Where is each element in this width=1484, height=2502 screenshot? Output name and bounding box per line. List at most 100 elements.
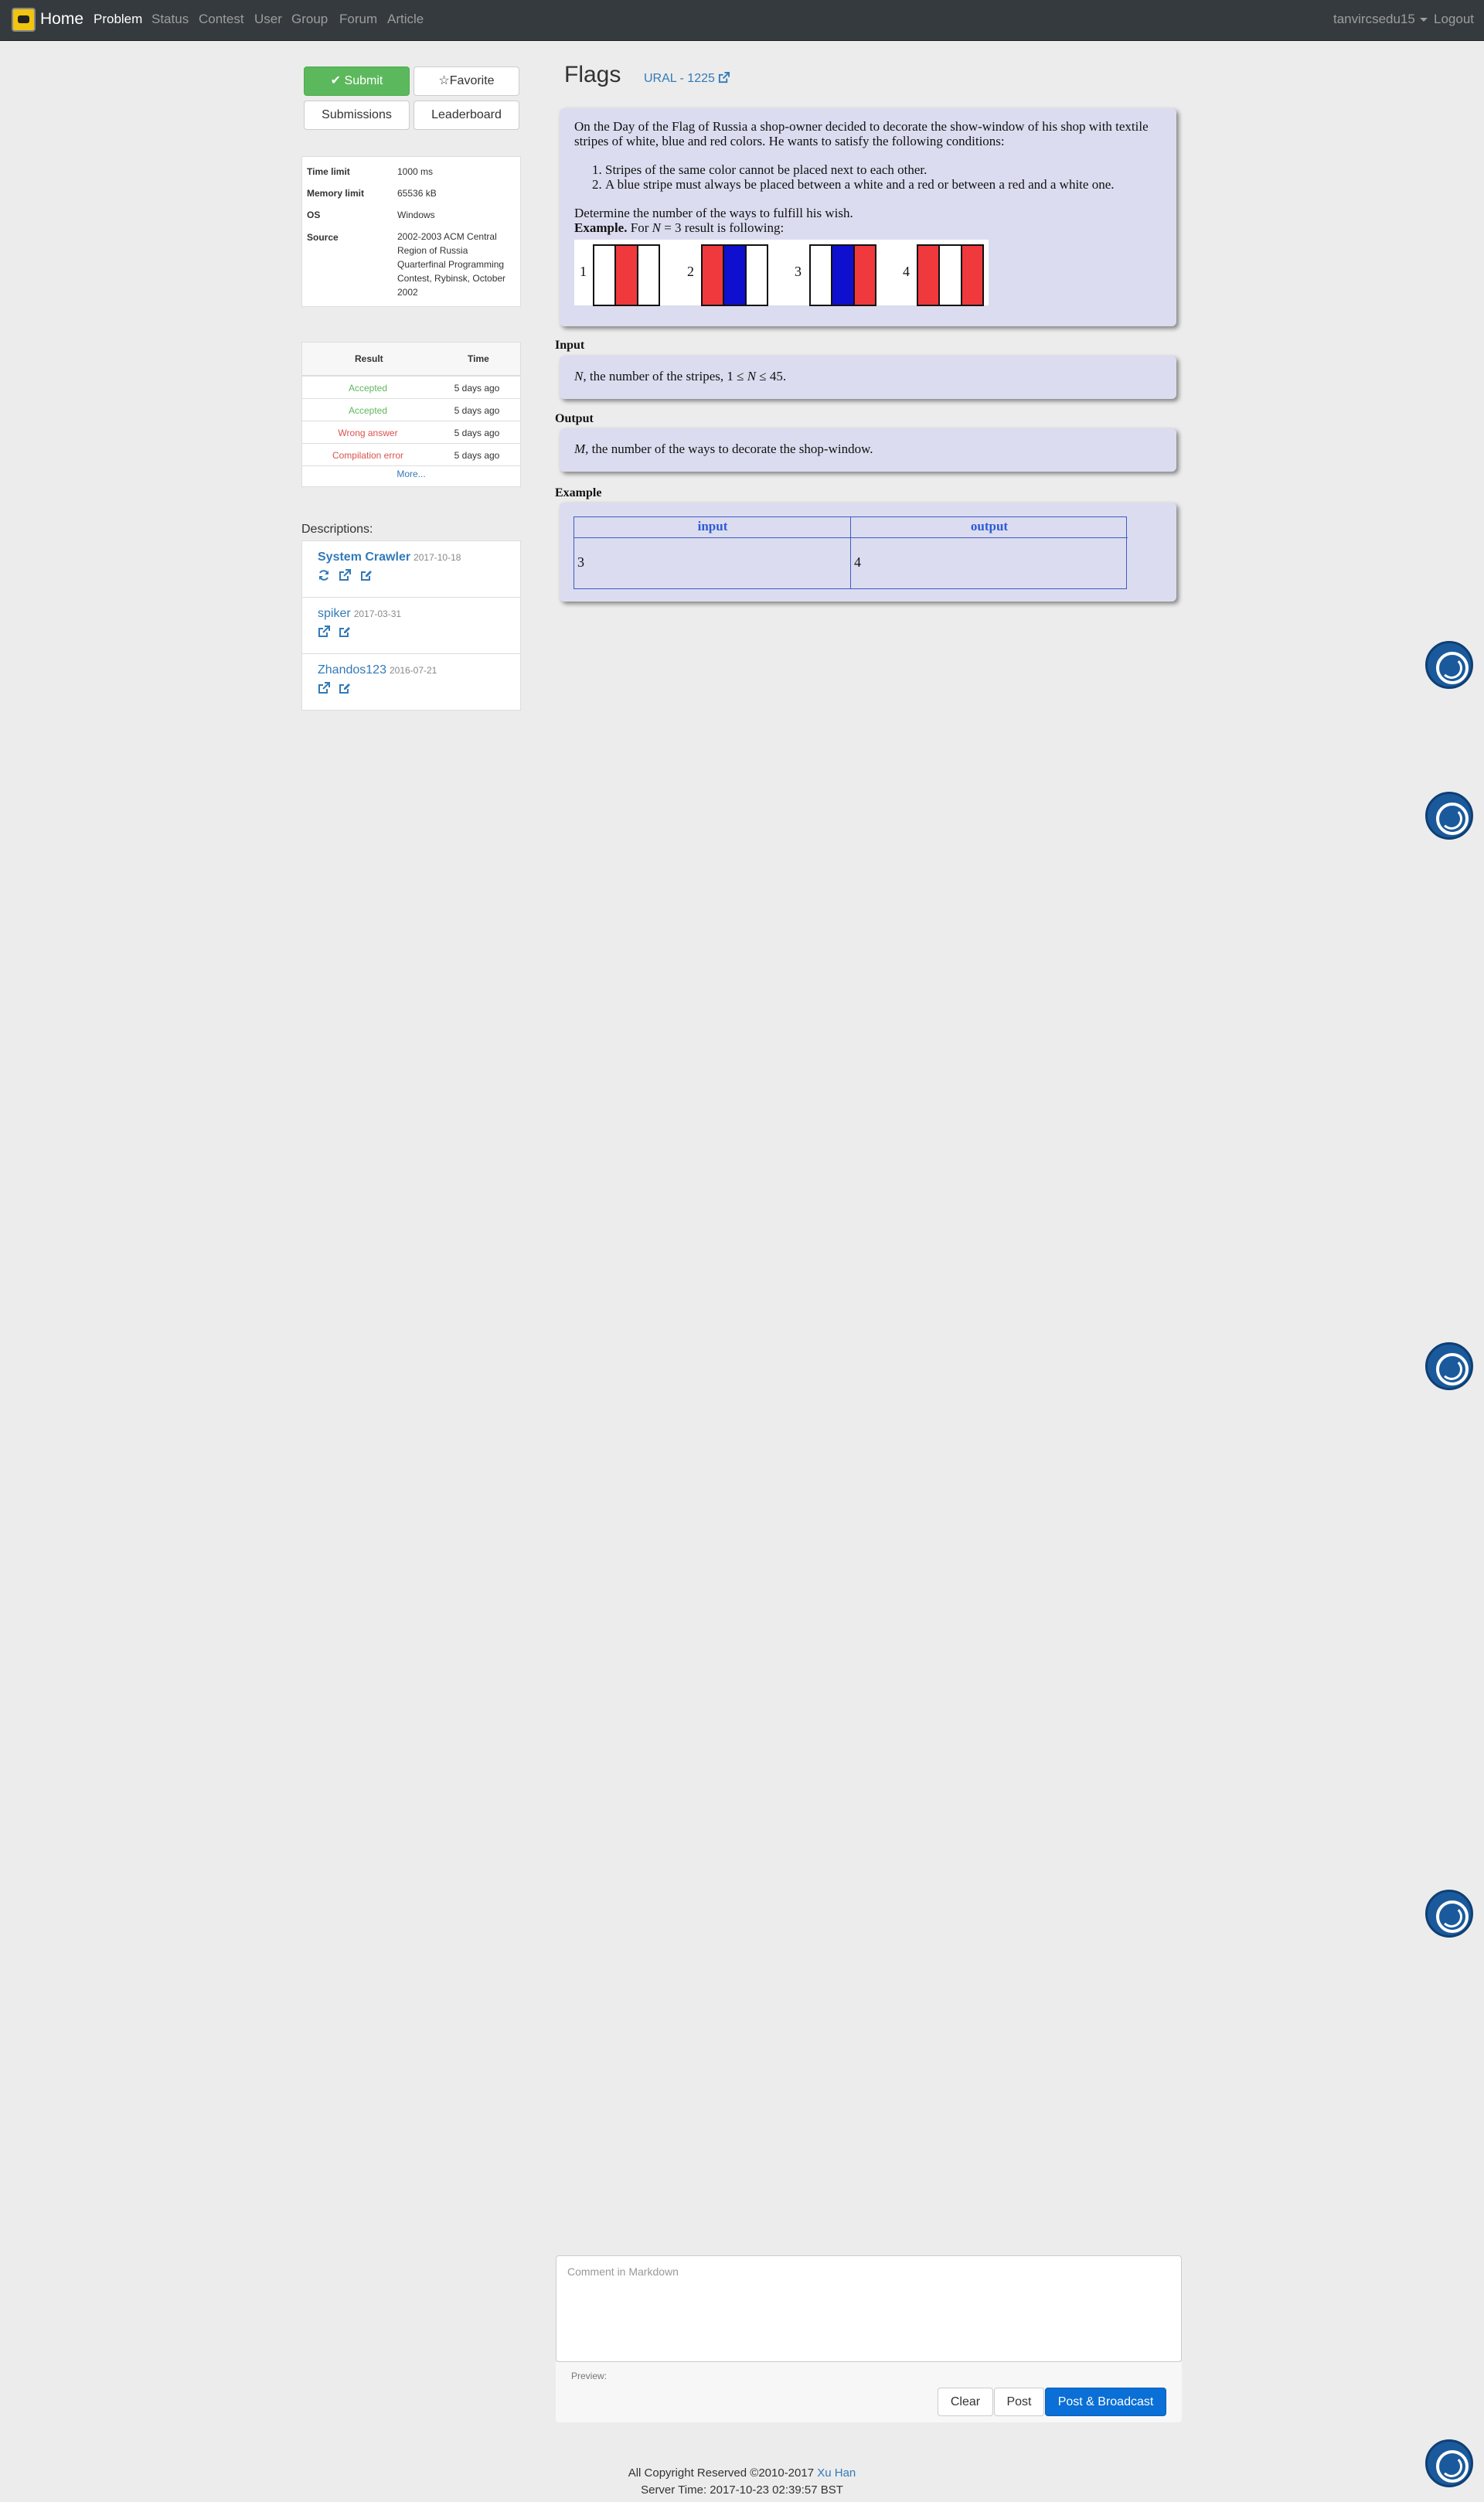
flag-stripe (811, 246, 833, 305)
table-row[interactable]: Wrong answer 5 days ago (302, 421, 520, 444)
description-date: 2017-03-31 (353, 608, 402, 619)
flag-stripe (703, 246, 725, 305)
nav-home[interactable]: Home (40, 10, 83, 29)
flag-label: 2 (687, 264, 694, 279)
nav-problem[interactable]: Problem (94, 12, 142, 27)
external-link-icon[interactable] (339, 569, 352, 581)
footer-copyright: All Copyright Reserved ©2010-2017 Xu Han (628, 2466, 856, 2480)
nav-user[interactable]: User (254, 12, 282, 27)
flag-drawing (593, 244, 660, 306)
more-link[interactable]: More... (302, 469, 520, 479)
flag-stripe (616, 246, 638, 305)
clear-button[interactable]: Clear (938, 2388, 993, 2416)
logout-link[interactable]: Logout (1434, 12, 1474, 27)
check-icon: ✔ (330, 74, 345, 87)
result-time: 5 days ago (454, 428, 500, 438)
description-author[interactable]: System Crawler (318, 551, 410, 564)
flag-label: 3 (795, 264, 802, 279)
flag-stripe (594, 246, 617, 305)
list-item[interactable]: spiker 2017-03-31 (302, 598, 520, 654)
submit-button[interactable]: ✔ Submit (304, 66, 410, 96)
flag-stripe (918, 246, 941, 305)
problem-task: Determine the number of the ways to fulf… (574, 206, 853, 220)
flag-label: 1 (580, 264, 587, 279)
flag-stripe (832, 246, 855, 305)
condition-item: A blue stripe must always be placed betw… (605, 177, 1162, 192)
favorite-button[interactable]: ☆Favorite (414, 66, 519, 96)
descriptions-list: System Crawler 2017-10-18 spiker 2017-03-3… (301, 540, 521, 711)
output-description: M, the number of the ways to decorate th… (574, 441, 873, 456)
refresh-icon[interactable] (318, 569, 330, 581)
result-status[interactable]: Wrong answer (302, 428, 434, 438)
floating-chat-avatar-icon[interactable] (1425, 1342, 1473, 1390)
author-link[interactable]: Xu Han (817, 2466, 856, 2480)
leaderboard-button[interactable]: Leaderboard (414, 101, 519, 130)
example-input-value: 3 (577, 554, 584, 570)
conditions-list: Stripes of the same color cannot be plac… (590, 162, 1162, 192)
input-section-label: Input (555, 339, 585, 352)
flag-drawing (701, 244, 768, 306)
external-link-icon[interactable] (318, 626, 330, 638)
edit-icon[interactable] (360, 569, 373, 581)
flag-stripe (854, 246, 875, 305)
floating-chat-avatar-icon[interactable] (1425, 1890, 1473, 1938)
column-header-input: input (697, 519, 728, 533)
star-outline-icon: ☆ (438, 74, 450, 87)
problem-info-panel: Time limit 1000 ms Memory limit 65536 kB… (301, 156, 521, 307)
column-header-output: output (970, 519, 1009, 533)
recent-status-table: Result Time Accepted 5 days ago Accepted… (301, 342, 521, 487)
user-menu[interactable]: tanvircsedu15 (1333, 12, 1428, 27)
time-limit-label: Time limit (307, 166, 350, 177)
floating-chat-avatar-icon[interactable] (1425, 2439, 1473, 2487)
column-header-result: Result (355, 353, 383, 364)
flag-stripe (962, 246, 982, 305)
example-note: Example. For N = 3 result is following: (574, 220, 785, 235)
nav-forum[interactable]: Forum (339, 12, 377, 27)
list-item[interactable]: System Crawler 2017-10-18 (302, 541, 520, 598)
source-value: 2002-2003 ACM Central Region of Russia Q… (397, 231, 506, 298)
status-table-header: Result Time (302, 343, 520, 377)
column-divider (850, 517, 851, 588)
result-time: 5 days ago (454, 450, 500, 461)
submissions-button[interactable]: Submissions (304, 101, 410, 130)
descriptions-label: Descriptions: (301, 523, 373, 536)
description-author[interactable]: Zhandos123 (318, 663, 386, 677)
nav-contest[interactable]: Contest (199, 12, 244, 27)
problem-origin-link[interactable]: URAL - 1225 (644, 72, 730, 86)
table-row[interactable]: Compilation error 5 days ago (302, 444, 520, 466)
post-button[interactable]: Post (994, 2388, 1044, 2416)
table-row[interactable]: Accepted 5 days ago (302, 377, 520, 399)
nav-status[interactable]: Status (151, 12, 189, 27)
description-date: 2017-10-18 (414, 552, 461, 563)
floating-chat-avatar-icon[interactable] (1425, 641, 1473, 689)
edit-icon[interactable] (339, 682, 351, 694)
flag-label: 4 (903, 264, 910, 279)
example-table: input output 3 4 (574, 516, 1128, 589)
external-link-icon[interactable] (318, 682, 330, 694)
input-description: N, the number of the stripes, 1 ≤ N ≤ 45… (574, 369, 787, 383)
top-navbar: Home Problem Status Contest User Group F… (0, 0, 1484, 41)
os-label: OS (307, 210, 321, 220)
floating-chat-avatar-icon[interactable] (1425, 792, 1473, 840)
edit-icon[interactable] (339, 626, 351, 638)
result-status[interactable]: Accepted (302, 405, 434, 416)
description-date: 2016-07-21 (389, 665, 437, 676)
site-logo-icon[interactable] (12, 8, 36, 32)
post-broadcast-button[interactable]: Post & Broadcast (1045, 2388, 1166, 2416)
list-item[interactable]: Zhandos123 2016-07-21 (302, 654, 520, 711)
nav-article[interactable]: Article (387, 12, 424, 27)
result-status[interactable]: Compilation error (302, 450, 434, 461)
nav-group[interactable]: Group (291, 12, 328, 27)
os-value: Windows (397, 210, 435, 220)
result-status[interactable]: Accepted (302, 383, 434, 394)
memory-limit-value: 65536 kB (397, 188, 437, 199)
description-author[interactable]: spiker (318, 607, 351, 620)
problem-title: Flags (564, 62, 621, 87)
table-row[interactable]: Accepted 5 days ago (302, 399, 520, 421)
comment-input[interactable]: Comment in Markdown (556, 2255, 1182, 2362)
preview-label: Preview: (571, 2371, 608, 2381)
column-header-time: Time (468, 353, 489, 364)
problem-description-panel: On the Day of the Flag of Russia a shop-… (560, 108, 1176, 326)
flag-stripe (940, 246, 962, 305)
comment-placeholder: Comment in Markdown (567, 2265, 679, 2278)
